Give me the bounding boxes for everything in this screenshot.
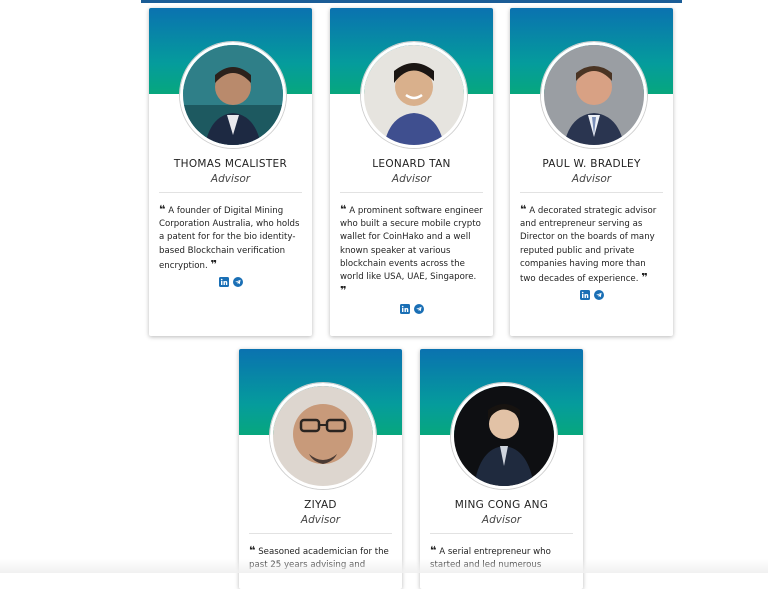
advisor-name: PAUL W. BRADLEY <box>542 158 641 170</box>
close-quote-icon: ❞ <box>210 257 217 271</box>
advisor-role: Advisor <box>391 173 432 185</box>
open-quote-icon: ❝ <box>249 544 256 557</box>
bottom-fade <box>0 559 768 573</box>
divider <box>520 192 663 193</box>
advisor-card: PAUL W. BRADLEY Advisor ❝ A decorated st… <box>510 8 673 336</box>
avatar <box>361 42 467 148</box>
linkedin-icon[interactable] <box>579 290 590 300</box>
avatar <box>541 42 647 148</box>
top-bar <box>141 0 682 3</box>
linkedin-icon[interactable] <box>218 277 229 287</box>
telegram-icon[interactable] <box>232 277 243 287</box>
advisor-card: MING CONG ANG Advisor ❝ A serial entrepr… <box>420 349 583 589</box>
advisor-name: ZIYAD <box>304 499 337 511</box>
close-quote-icon: ❞ <box>641 271 648 285</box>
open-quote-icon: ❝ <box>430 544 437 557</box>
divider <box>159 192 302 193</box>
advisor-name: LEONARD TAN <box>372 158 451 170</box>
advisor-card: ZIYAD Advisor ❝ Seasoned academician for… <box>239 349 402 589</box>
linkedin-icon[interactable] <box>399 304 410 314</box>
telegram-icon[interactable] <box>413 304 424 314</box>
avatar <box>451 383 557 489</box>
advisor-name: MING CONG ANG <box>454 499 549 511</box>
advisor-quote: ❝ A prominent software engineer who buil… <box>340 203 483 299</box>
advisor-quote: ❝ A decorated strategic advisor and entr… <box>520 203 663 286</box>
social-links <box>510 290 673 300</box>
advisor-role: Advisor <box>210 173 251 185</box>
advisor-role: Advisor <box>481 514 522 526</box>
divider <box>340 192 483 193</box>
advisor-quote-text: A founder of Digital Mining Corporation … <box>159 206 300 271</box>
social-links <box>330 304 493 314</box>
divider <box>249 533 392 534</box>
divider <box>430 533 573 534</box>
advisor-card: LEONARD TAN Advisor ❝ A prominent softwa… <box>330 8 493 336</box>
open-quote-icon: ❝ <box>340 203 347 216</box>
advisor-name: THOMAS MCALISTER <box>173 158 288 170</box>
open-quote-icon: ❝ <box>159 203 166 216</box>
close-quote-icon: ❞ <box>340 284 347 298</box>
advisor-quote: ❝ A founder of Digital Mining Corporatio… <box>159 203 302 273</box>
avatar <box>270 383 376 489</box>
social-links <box>149 277 312 287</box>
advisor-role: Advisor <box>300 514 341 526</box>
telegram-icon[interactable] <box>593 290 604 300</box>
advisor-role: Advisor <box>571 173 612 185</box>
advisor-card: THOMAS MCALISTER Advisor ❝ A founder of … <box>149 8 312 336</box>
open-quote-icon: ❝ <box>520 203 527 216</box>
avatar <box>180 42 286 148</box>
advisor-quote-text: A decorated strategic advisor and entrep… <box>520 206 657 285</box>
advisor-quote-text: A prominent software engineer who built … <box>340 206 483 283</box>
